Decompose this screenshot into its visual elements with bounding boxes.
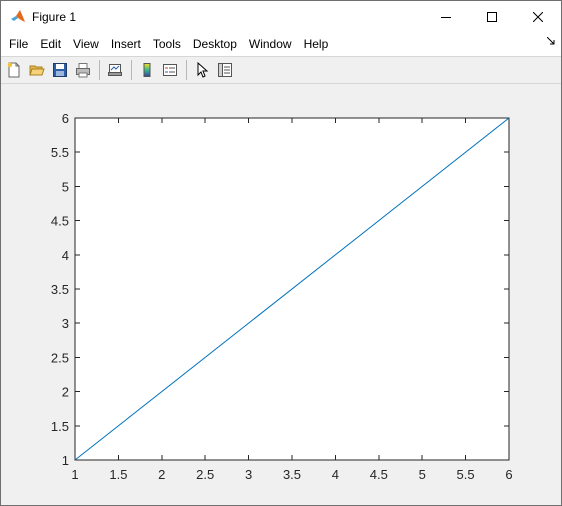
menu-desktop[interactable]: Desktop bbox=[187, 33, 243, 55]
minimize-button[interactable] bbox=[423, 1, 469, 32]
x-tick-label: 2.5 bbox=[196, 467, 214, 482]
save-icon[interactable] bbox=[49, 59, 71, 81]
x-tick-label: 1.5 bbox=[109, 467, 127, 482]
line-plot[interactable]: 1 1.5 2 2.5 3 3.5 4 4.5 5 5.5 6 1 1.5 2 2.5 3 3.5 4 4.5 5 5.… bbox=[1, 85, 561, 505]
toolbar-separator bbox=[99, 60, 100, 80]
open-file-icon[interactable] bbox=[26, 59, 48, 81]
figure-canvas[interactable]: 1 1.5 2 2.5 3 3.5 4 4.5 5 5.5 6 1 1.5 2 2.5 3 3.5 4 4.5 5 5.… bbox=[1, 85, 561, 505]
menu-bar: File Edit View Insert Tools Desktop Wind… bbox=[1, 32, 561, 56]
y-tick-label: 4.5 bbox=[51, 214, 69, 229]
insert-colorbar-icon[interactable] bbox=[136, 59, 158, 81]
window-title: Figure 1 bbox=[32, 9, 77, 24]
x-tick-label: 1 bbox=[71, 467, 78, 482]
dock-arrow-icon[interactable] bbox=[546, 36, 555, 48]
minimize-icon bbox=[441, 16, 451, 18]
y-tick-label: 1 bbox=[62, 453, 69, 468]
x-tick-label: 4 bbox=[332, 467, 339, 482]
link-plot-icon[interactable] bbox=[104, 59, 126, 81]
figure-toolbar bbox=[1, 56, 561, 84]
insert-legend-icon[interactable] bbox=[159, 59, 181, 81]
x-tick-label: 4.5 bbox=[370, 467, 388, 482]
x-tick-label: 5.5 bbox=[457, 467, 475, 482]
print-icon[interactable] bbox=[72, 59, 94, 81]
maximize-button[interactable] bbox=[469, 1, 515, 32]
title-bar[interactable]: Figure 1 bbox=[1, 1, 561, 32]
x-tick-label: 6 bbox=[505, 467, 512, 482]
x-tick-label: 3.5 bbox=[283, 467, 301, 482]
y-tick-label: 5 bbox=[62, 179, 69, 194]
toolbar-separator bbox=[131, 60, 132, 80]
y-tick-label: 6 bbox=[62, 111, 69, 126]
y-tick-label: 3 bbox=[62, 316, 69, 331]
y-tick-label: 5.5 bbox=[51, 145, 69, 160]
menu-insert[interactable]: Insert bbox=[105, 33, 147, 55]
menu-tools[interactable]: Tools bbox=[147, 33, 187, 55]
close-icon bbox=[533, 11, 543, 22]
y-tick-label: 2 bbox=[62, 385, 69, 400]
figure-window: Figure 1 File Edit View Insert Tools Des… bbox=[0, 0, 562, 506]
edit-plot-icon[interactable] bbox=[191, 59, 213, 81]
menu-edit[interactable]: Edit bbox=[34, 33, 67, 55]
property-inspector-icon[interactable] bbox=[214, 59, 236, 81]
maximize-icon bbox=[487, 11, 497, 22]
menu-help[interactable]: Help bbox=[298, 33, 335, 55]
menu-file[interactable]: File bbox=[1, 33, 34, 55]
matlab-logo-icon bbox=[10, 9, 26, 25]
menu-window[interactable]: Window bbox=[243, 33, 298, 55]
y-tick-label: 4 bbox=[62, 248, 69, 263]
close-button[interactable] bbox=[515, 1, 561, 32]
window-controls bbox=[423, 1, 561, 32]
x-tick-label: 2 bbox=[158, 467, 165, 482]
new-figure-icon[interactable] bbox=[3, 59, 25, 81]
x-tick-label: 5 bbox=[419, 467, 426, 482]
y-tick-label: 2.5 bbox=[51, 350, 69, 365]
toolbar-separator bbox=[186, 60, 187, 80]
y-tick-label: 1.5 bbox=[51, 419, 69, 434]
menu-view[interactable]: View bbox=[67, 33, 105, 55]
x-tick-label: 3 bbox=[245, 467, 252, 482]
y-tick-label: 3.5 bbox=[51, 282, 69, 297]
